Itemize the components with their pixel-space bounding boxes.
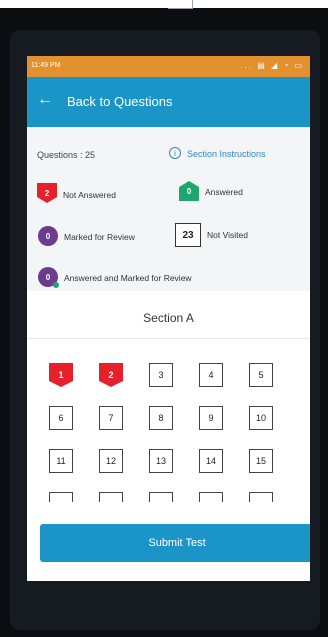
answered-marked-count: 0 [45,272,51,282]
submit-test-label: Submit Test [148,537,206,549]
not-visited-badge: 23 [175,223,201,247]
answered-badge: 0 [179,181,199,201]
questions-count: Questions : 25 [37,150,96,160]
question-button-row4-1[interactable] [49,492,73,502]
question-button-5[interactable]: 5 [249,363,273,387]
answered-count: 0 [186,186,192,196]
question-button-7[interactable]: 7 [99,406,123,430]
not-visited-label: Not Visited [207,230,248,240]
legend-panel: Questions : 25 i Section Instructions 2 … [27,127,310,291]
info-icon[interactable]: i [169,147,181,159]
back-to-questions-button[interactable]: Back to Questions [67,94,173,109]
marked-review-label: Marked for Review [64,232,135,242]
question-button-row4-5[interactable] [249,492,273,502]
not-visited-count: 23 [182,229,194,241]
question-button-9[interactable]: 9 [199,406,223,430]
app-bar: ← Back to Questions [27,77,310,127]
status-icons: ... ▤ ◢ ◔ ▭ [240,61,304,70]
question-button-12[interactable]: 12 [99,449,123,473]
answered-dot-icon [53,282,59,288]
question-button-3[interactable]: 3 [149,363,173,387]
answered-label: Answered [205,187,243,197]
question-button-row4-4[interactable] [199,492,223,502]
marked-review-badge: 0 [38,226,58,246]
frame-line [168,0,193,9]
submit-test-button[interactable]: Submit Test [40,524,310,562]
question-button-15[interactable]: 15 [249,449,273,473]
section-instructions-link[interactable]: Section Instructions [187,149,266,159]
question-button-row4-3[interactable] [149,492,173,502]
phone-screen: 11:49 PM ... ▤ ◢ ◔ ▭ ← Back to Questions… [27,56,310,581]
answered-marked-label: Answered and Marked for Review [64,273,192,283]
question-button-10[interactable]: 10 [249,406,273,430]
question-button-13[interactable]: 13 [149,449,173,473]
question-button-4[interactable]: 4 [199,363,223,387]
not-answered-badge: 2 [37,183,57,203]
question-button-8[interactable]: 8 [149,406,173,430]
question-button-6[interactable]: 6 [49,406,73,430]
question-button-14[interactable]: 14 [199,449,223,473]
marked-review-count: 0 [45,231,51,241]
status-bar: 11:49 PM ... ▤ ◢ ◔ ▭ [27,56,310,77]
section-panel: Section A 1 2 3 4 5 6 7 8 9 10 11 12 13 14 15 [27,291,310,531]
arrow-left-icon[interactable]: ← [37,91,53,109]
not-answered-label: Not Answered [63,190,116,200]
question-button-11[interactable]: 11 [49,449,73,473]
status-time: 11:49 PM [31,62,61,69]
section-title: Section A [143,311,194,325]
divider [27,338,310,339]
question-button-row4-2[interactable] [99,492,123,502]
not-answered-count: 2 [44,188,50,198]
question-button-1[interactable]: 1 [49,363,73,387]
question-button-2[interactable]: 2 [99,363,123,387]
